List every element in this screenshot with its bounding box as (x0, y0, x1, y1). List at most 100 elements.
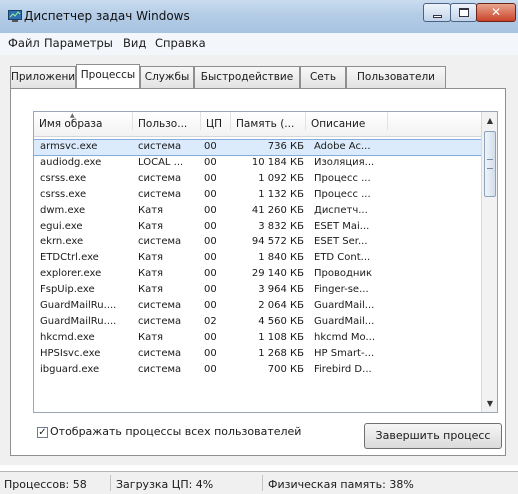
cell-description: Процесс ... (314, 188, 371, 200)
cell-user: Катя (138, 204, 164, 216)
cell-cpu: 00 (204, 284, 217, 296)
column-memory[interactable]: Память (... (231, 112, 306, 130)
minimize-button[interactable] (423, 3, 451, 22)
maximize-button[interactable] (450, 3, 477, 22)
scroll-up-icon[interactable]: ▲ (482, 112, 497, 129)
cell-description: Finger-se... (314, 284, 369, 296)
cell-description: Процесс ... (314, 172, 371, 184)
status-divider (110, 475, 111, 491)
column-user[interactable]: Пользо... (133, 112, 201, 130)
cell-cpu: 00 (204, 347, 217, 359)
minimize-icon (433, 15, 442, 18)
cell-image-name: hkcmd.exe (40, 331, 95, 343)
cell-memory: 10 184 КБ (251, 156, 304, 168)
table-row[interactable]: HPSIsvc.exe система 00 1 268 КБ HP Smart-... (34, 347, 481, 362)
tab-applications[interactable]: Приложения (10, 66, 81, 88)
cell-description: Диспетч... (314, 204, 368, 216)
cell-cpu: 00 (204, 141, 217, 152)
end-process-button[interactable]: Завершить процесс (364, 423, 502, 449)
table-row[interactable]: ibguard.exe система 00 700 КБ Firebird D... (34, 363, 481, 378)
cell-image-name: csrss.exe (40, 188, 87, 200)
cell-memory: 3 964 КБ (258, 284, 304, 296)
menu-view[interactable]: Вид (123, 36, 146, 50)
cell-memory: 3 832 КБ (258, 220, 304, 232)
table-row[interactable]: ETDCtrl.exe Катя 00 1 840 КБ ETD Cont... (34, 251, 481, 266)
column-cpu[interactable]: ЦП (201, 112, 231, 130)
cell-memory: 700 КБ (267, 363, 304, 375)
cell-image-name: GuardMailRu.... (40, 315, 117, 327)
cell-image-name: audiodg.exe (40, 156, 102, 168)
window-title: Диспетчер задач Windows (24, 9, 190, 23)
cell-memory: 1 132 КБ (258, 188, 304, 200)
show-all-users-checkbox[interactable]: ✓ (37, 427, 48, 438)
menu-options[interactable]: Параметры (44, 36, 113, 50)
scroll-down-icon[interactable]: ▼ (482, 395, 497, 412)
sort-arrow-icon: ▲ (70, 112, 75, 119)
table-row[interactable]: explorer.exe Катя 00 29 140 КБ Проводник (34, 267, 481, 282)
table-row[interactable]: dwm.exe Катя 00 41 260 КБ Диспетч... (34, 204, 481, 219)
table-row[interactable]: csrss.exe система 00 1 092 КБ Процесс ... (34, 172, 481, 187)
cell-cpu: 00 (204, 204, 217, 216)
cell-cpu: 00 (204, 188, 217, 200)
menu-file[interactable]: Файл (8, 36, 40, 50)
cell-image-name: armsvc.exe (40, 141, 98, 152)
cell-cpu: 00 (204, 172, 217, 184)
tab-services[interactable]: Службы (140, 66, 194, 88)
cell-image-name: HPSIsvc.exe (40, 347, 101, 359)
table-row[interactable]: egui.exe Катя 00 3 832 КБ ESET Mai... (34, 220, 481, 235)
cell-image-name: ETDCtrl.exe (40, 252, 99, 264)
table-row[interactable]: hkcmd.exe Катя 00 1 108 КБ hkcmd Mo... (34, 331, 481, 346)
cell-cpu: 00 (204, 300, 217, 311)
tab-users[interactable]: Пользователи (346, 66, 446, 88)
cell-image-name: egui.exe (40, 220, 83, 232)
cell-cpu: 00 (204, 156, 217, 168)
vertical-scrollbar[interactable]: ▲ ▼ (481, 112, 497, 412)
show-all-users-label: Отображать процессы всех пользователей (50, 425, 302, 438)
table-row[interactable]: ekrn.exe система 00 94 572 КБ ESET Ser... (34, 235, 481, 250)
cell-memory: 4 560 КБ (258, 315, 304, 327)
grip-icon (487, 159, 493, 169)
table-row[interactable]: audiodg.exe LOCAL ... 00 10 184 КБ Изоляция.… (34, 156, 481, 171)
tab-network[interactable]: Сеть (300, 66, 346, 88)
close-button[interactable]: ✕ (476, 3, 516, 22)
cell-description: Изоляция... (314, 156, 375, 168)
column-description[interactable]: Описание (306, 112, 388, 130)
cell-description: ESET Ser... (314, 236, 368, 248)
table-header: Имя образа ▲ Пользо... ЦП Память (... Оп… (34, 112, 481, 137)
cell-user: Катя (138, 252, 164, 264)
maximize-icon (459, 8, 469, 17)
cell-memory: 1 268 КБ (258, 347, 304, 359)
table-row[interactable]: GuardMailRu.... система 00 2 064 КБ GuardMai… (34, 299, 481, 314)
status-memory: Физическая память: 38% (268, 478, 414, 491)
cell-cpu: 00 (204, 236, 217, 248)
tab-processes[interactable]: Процессы (76, 64, 140, 88)
cell-user: система (138, 141, 182, 152)
tab-performance[interactable]: Быстродействие (194, 66, 300, 88)
cell-memory: 41 260 КБ (251, 204, 304, 216)
status-divider (262, 475, 263, 491)
cell-user: система (138, 347, 182, 359)
status-bar: Процессов: 58 Загрузка ЦП: 4% Физическая… (0, 471, 518, 494)
cell-user: система (138, 363, 182, 375)
menu-help[interactable]: Справка (155, 36, 206, 50)
table-row[interactable]: armsvc.exe система 00 736 КБ Adobe Ac... (34, 138, 482, 157)
table-row[interactable]: GuardMailRu.... система 02 4 560 КБ GuardMai… (34, 315, 481, 330)
cell-description: ETD Cont... (314, 252, 371, 264)
process-table: Имя образа ▲ Пользо... ЦП Память (... Оп… (33, 111, 498, 413)
column-image-name[interactable]: Имя образа (34, 112, 133, 130)
cell-memory: 1 108 КБ (258, 331, 304, 343)
cell-description: Проводник (314, 268, 372, 280)
cell-user: система (138, 236, 182, 248)
scroll-thumb[interactable] (484, 131, 496, 197)
cell-description: GuardMail... (314, 315, 375, 327)
cell-user: система (138, 300, 182, 311)
cell-memory: 1 092 КБ (258, 172, 304, 184)
cell-user: Катя (138, 268, 164, 280)
status-cpu: Загрузка ЦП: 4% (116, 478, 214, 491)
table-row[interactable]: csrss.exe система 00 1 132 КБ Процесс ... (34, 188, 481, 203)
title-bar: Диспетчер задач Windows ✕ (0, 0, 518, 34)
cell-memory: 1 840 КБ (258, 252, 304, 264)
cell-cpu: 02 (204, 315, 217, 327)
cell-cpu: 00 (204, 268, 217, 280)
table-row[interactable]: FspUip.exe Катя 00 3 964 КБ Finger-se... (34, 283, 481, 298)
